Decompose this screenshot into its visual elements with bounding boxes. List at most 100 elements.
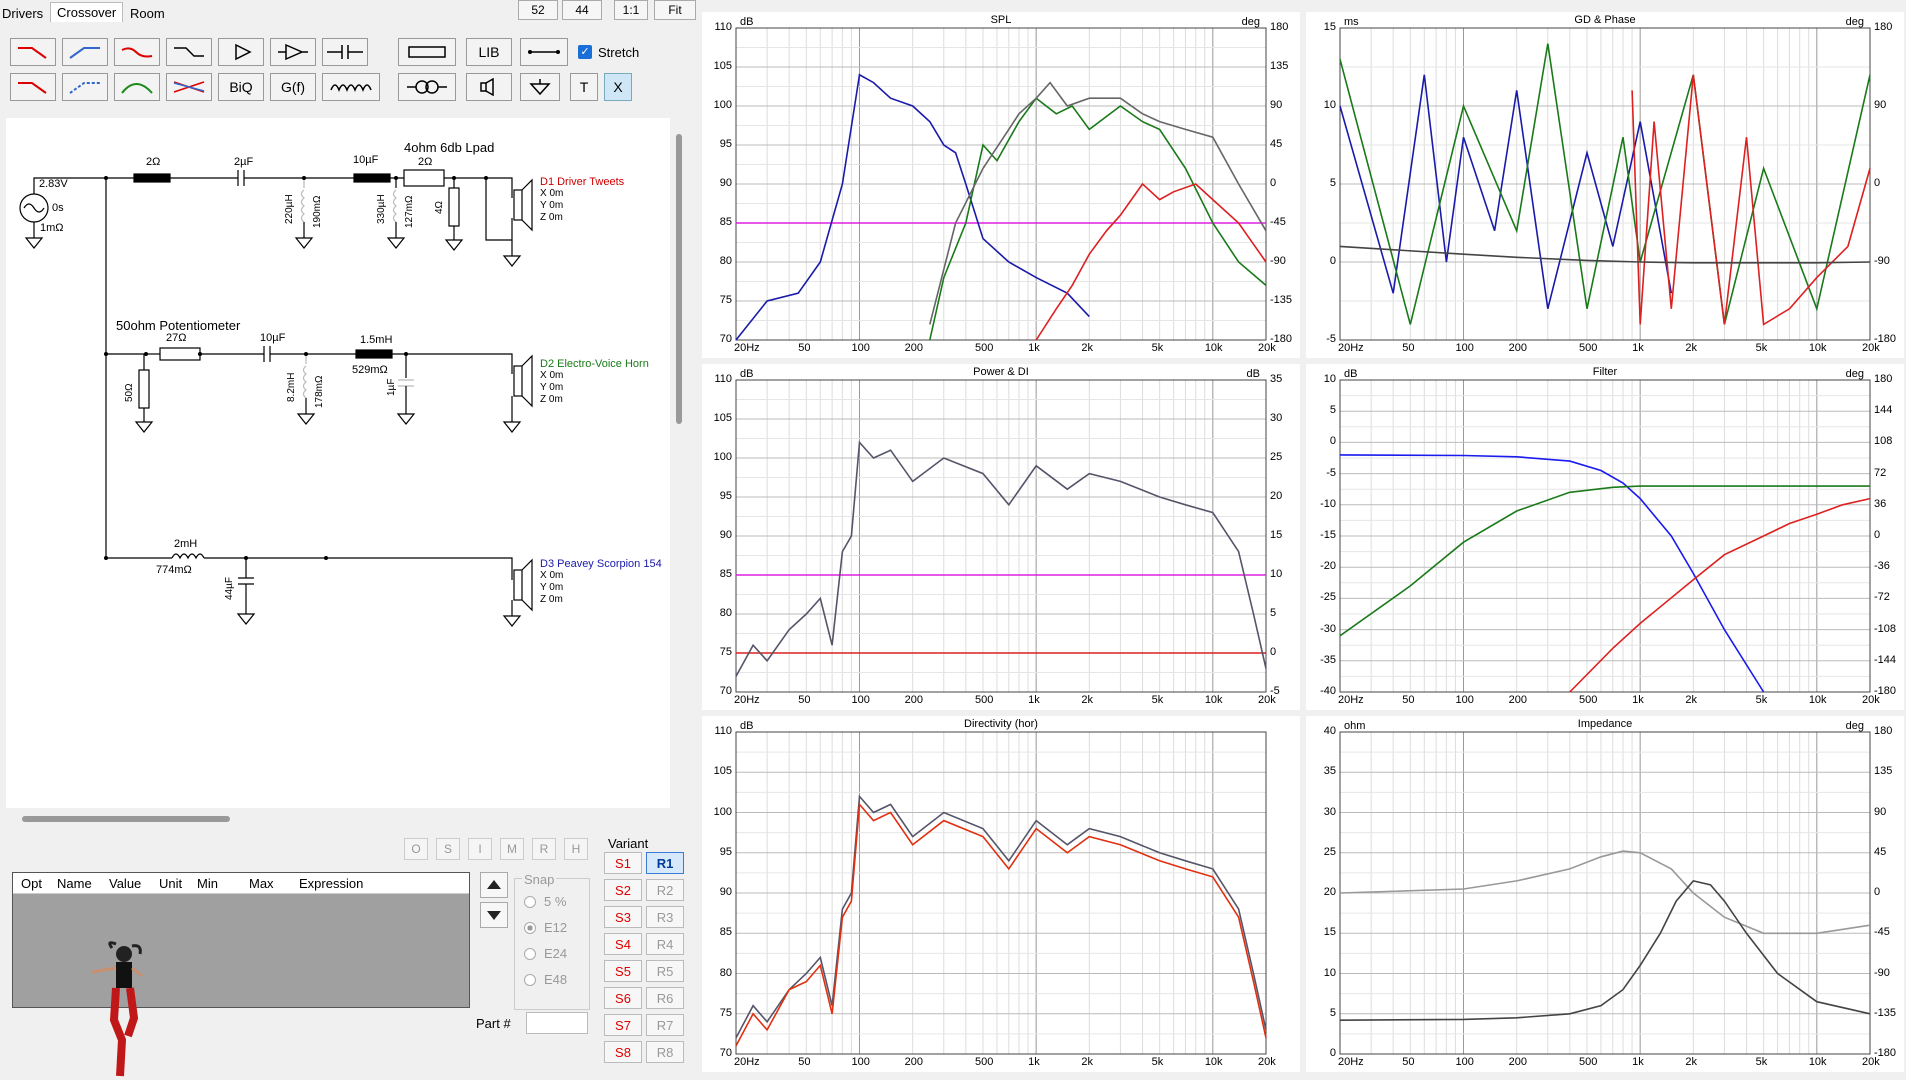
variant-s2-button[interactable]: S2 xyxy=(604,879,642,901)
col-value[interactable]: Value xyxy=(109,876,141,891)
b2-c2-label: 1µF xyxy=(386,378,397,396)
text-button[interactable]: T xyxy=(570,73,598,101)
parameter-table[interactable]: Opt Name Value Unit Min Max Expression xyxy=(12,872,470,1008)
bandpass-green-button[interactable] xyxy=(114,73,160,101)
buffer-button[interactable] xyxy=(218,38,264,66)
x-tick-label: 100 xyxy=(1455,694,1474,706)
move-up-button[interactable] xyxy=(480,872,508,898)
variant-s6-button[interactable]: S6 xyxy=(604,987,642,1009)
variant-r8-button[interactable]: R8 xyxy=(646,1041,684,1063)
filter-o-button[interactable]: O xyxy=(404,838,428,860)
y2-tick-label: 0 xyxy=(1270,177,1277,189)
snap-e24-radio[interactable]: E24 xyxy=(524,946,567,961)
zoom-1to1-button[interactable]: 1:1 xyxy=(614,0,648,20)
variant-r6-button[interactable]: R6 xyxy=(646,987,684,1009)
capacitor-button[interactable] xyxy=(322,38,368,66)
variant-r5-button[interactable]: R5 xyxy=(646,960,684,982)
variant-r7-button[interactable]: R7 xyxy=(646,1014,684,1036)
col-unit[interactable]: Unit xyxy=(159,876,182,891)
speaker-button[interactable] xyxy=(466,73,512,101)
transfer-function-label: G(f) xyxy=(280,79,306,95)
filter-i-button[interactable]: I xyxy=(468,838,492,860)
ground-button[interactable] xyxy=(520,73,560,101)
graph-impedance[interactable]: Impedance ohm deg 40 180 35 135 30 90 25 45 20 0 15 -4… xyxy=(1306,716,1904,1072)
schematic-canvas[interactable]: 2.83V 0s 1mΩ 2Ω 2µF 220µH 190mΩ 10µF 330… xyxy=(6,118,670,808)
variant-r1-button[interactable]: R1 xyxy=(646,852,684,874)
tab-drivers[interactable]: Drivers xyxy=(2,4,43,23)
x-tick-label: 20Hz xyxy=(1338,342,1364,354)
radio-dot xyxy=(524,974,536,986)
y2-tick-label: 108 xyxy=(1874,435,1893,448)
driver1-y: Y 0m xyxy=(540,200,564,211)
x-tick-label: 1k xyxy=(1632,694,1644,706)
variant-r4-button[interactable]: R4 xyxy=(646,933,684,955)
schematic-hscroll[interactable] xyxy=(22,816,230,822)
filter-h-button[interactable]: H xyxy=(564,838,588,860)
y2-tick-label: 0 xyxy=(1874,886,1881,898)
shelf-button[interactable] xyxy=(166,38,212,66)
highpass2-button[interactable] xyxy=(62,73,108,101)
b1-l2r-label: 127mΩ xyxy=(404,195,415,229)
y-tick-label: 80 xyxy=(719,607,732,619)
zoom-52-button[interactable]: 52 xyxy=(518,0,558,20)
highpass2-icon xyxy=(69,82,100,94)
graph-filter[interactable]: Filter dB deg 10 180 5 144 0 108 -5 72 -10 36 -15 0 -20… xyxy=(1306,364,1904,710)
variant-r3-button[interactable]: R3 xyxy=(646,906,684,928)
variant-s4-button[interactable]: S4 xyxy=(604,933,642,955)
variant-s8-button[interactable]: S8 xyxy=(604,1041,642,1063)
amplifier-button[interactable] xyxy=(270,38,316,66)
series-line-2 xyxy=(1569,497,1871,693)
part-number-input[interactable] xyxy=(526,1012,588,1034)
b2-l2r-label: 529mΩ xyxy=(352,364,388,376)
notch-button[interactable] xyxy=(166,73,212,101)
graph-spl[interactable]: SPL dB deg 110 180 105 135 100 90 95 45 90 0 85 -45 80-… xyxy=(702,12,1300,358)
tab-crossover[interactable]: Crossover xyxy=(50,2,124,22)
transformer-button[interactable] xyxy=(398,73,456,101)
graph-directivity[interactable]: Directivity (hor) dB 110 105 100 95 90 85 80 75 70… xyxy=(702,716,1300,1072)
filter-s-button[interactable]: S xyxy=(436,838,460,860)
y2-tick-label: 25 xyxy=(1270,451,1283,463)
variant-s7-button[interactable]: S7 xyxy=(604,1014,642,1036)
schematic-vscroll[interactable] xyxy=(676,134,682,424)
col-max[interactable]: Max xyxy=(249,876,274,891)
graph-gd-phase[interactable]: GD & Phase ms deg 15 180 10 90 5 0 0 -90 -5 -180 20Hz… xyxy=(1306,12,1904,358)
filter-m-button[interactable]: M xyxy=(500,838,524,860)
y2-tick-label: -36 xyxy=(1874,560,1890,573)
highpass-blue-button[interactable] xyxy=(62,38,108,66)
snap-5pct-radio[interactable]: 5 % xyxy=(524,894,566,909)
library-button[interactable]: LIB xyxy=(466,38,512,66)
lowpass2-button[interactable] xyxy=(10,73,56,101)
stretch-checkbox[interactable]: ✓ xyxy=(578,45,592,59)
snap-e48-radio[interactable]: E48 xyxy=(524,972,567,987)
delete-button[interactable]: X xyxy=(604,73,632,101)
wire-button[interactable] xyxy=(520,38,568,66)
y-tick-label: 5 xyxy=(1329,177,1336,189)
resistor-icon xyxy=(408,46,446,58)
tab-room[interactable]: Room xyxy=(130,4,165,23)
variant-s1-button[interactable]: S1 xyxy=(604,852,642,874)
y2-tick-label: -135 xyxy=(1874,1006,1897,1019)
biquad-button[interactable]: BiQ xyxy=(218,73,264,101)
move-down-button[interactable] xyxy=(480,902,508,928)
filter-r-button[interactable]: R xyxy=(532,838,556,860)
y-tick-label: 70 xyxy=(719,333,732,345)
col-opt[interactable]: Opt xyxy=(21,876,42,891)
variant-s5-button[interactable]: S5 xyxy=(604,960,642,982)
transfer-function-button[interactable]: G(f) xyxy=(270,73,316,101)
series-line-1 xyxy=(735,802,1267,1047)
x-tick-label: 10k xyxy=(1204,342,1223,354)
inductor-button[interactable] xyxy=(322,73,380,101)
col-name[interactable]: Name xyxy=(57,876,92,891)
graph-power-di[interactable]: Power & DI dB dB 110 35 105 30 100 25 95 20 90 15 85 1… xyxy=(702,364,1300,710)
snap-e12-radio[interactable]: E12 xyxy=(524,920,567,935)
zoom-44-button[interactable]: 44 xyxy=(562,0,602,20)
variant-s3-button[interactable]: S3 xyxy=(604,906,642,928)
variant-r2-button[interactable]: R2 xyxy=(646,879,684,901)
bandpass-red-button[interactable] xyxy=(114,38,160,66)
lowpass-red-button[interactable] xyxy=(10,38,56,66)
col-min[interactable]: Min xyxy=(197,876,218,891)
zoom-fit-button[interactable]: Fit xyxy=(654,0,696,20)
resistor-button[interactable] xyxy=(398,38,456,66)
x-tick-label: 500 xyxy=(1578,1056,1598,1068)
col-expression[interactable]: Expression xyxy=(299,876,363,891)
